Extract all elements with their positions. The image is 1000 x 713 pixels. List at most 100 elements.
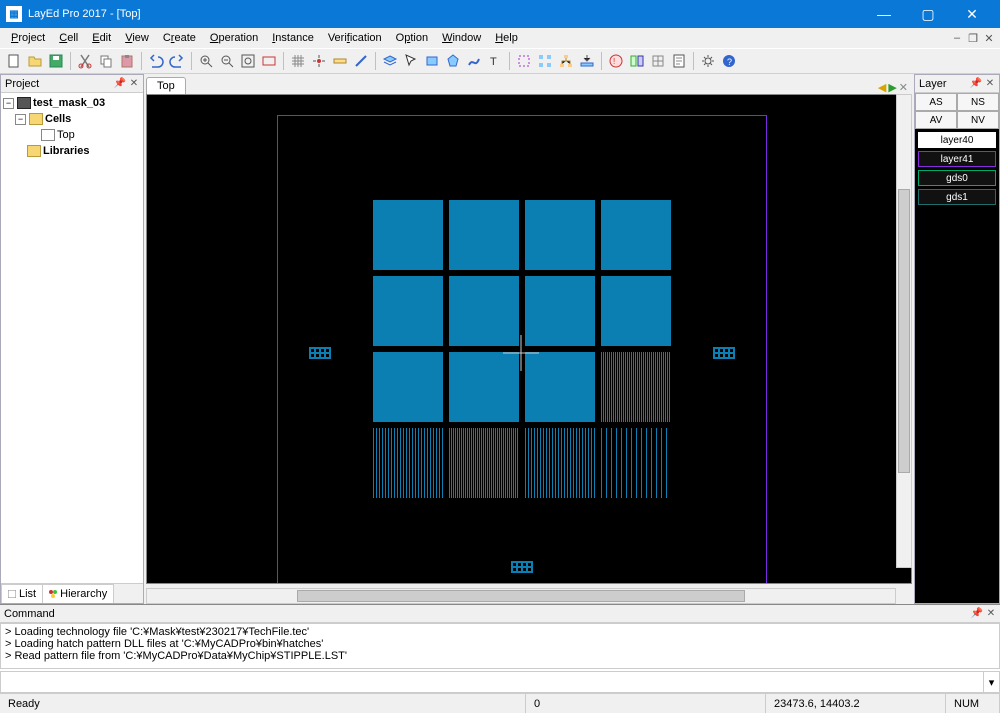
extract-button[interactable] xyxy=(648,51,668,71)
window-title: LayEd Pro 2017 - [Top] xyxy=(28,8,862,20)
tree-cells[interactable]: − Cells xyxy=(3,111,141,127)
command-dropdown-icon[interactable]: ▾ xyxy=(983,672,999,692)
hierarchy-button[interactable] xyxy=(556,51,576,71)
layer-item[interactable]: layer41 xyxy=(918,151,996,167)
menu-project[interactable]: Project xyxy=(4,30,52,46)
polygon-button[interactable] xyxy=(443,51,463,71)
layout-cell-hatched xyxy=(525,428,595,498)
mdi-close-icon[interactable]: ✕ xyxy=(982,31,996,45)
tree-top[interactable]: Top xyxy=(3,127,141,143)
panel-close-icon[interactable]: ✕ xyxy=(984,607,998,621)
report-button[interactable] xyxy=(669,51,689,71)
command-panel: Command 📌 ✕ > Loading technology file 'C… xyxy=(0,604,1000,693)
layer-toggle-button[interactable] xyxy=(380,51,400,71)
layer-item[interactable]: layer40 xyxy=(918,132,996,148)
panel-pin-icon[interactable]: 📌 xyxy=(113,77,127,91)
save-button[interactable] xyxy=(46,51,66,71)
project-panel: Project 📌 ✕ − test_mask_03 − Cells Top xyxy=(0,74,144,604)
tree-root[interactable]: − test_mask_03 xyxy=(3,95,141,111)
paste-button[interactable] xyxy=(117,51,137,71)
cut-button[interactable] xyxy=(75,51,95,71)
alignment-mark xyxy=(713,347,735,359)
mdi-restore-icon[interactable]: ❐ xyxy=(966,31,980,45)
menu-create[interactable]: Create xyxy=(156,30,203,46)
tab-hierarchy[interactable]: Hierarchy xyxy=(42,584,114,603)
tab-list[interactable]: List xyxy=(1,584,43,603)
panel-pin-icon[interactable]: 📌 xyxy=(969,77,983,91)
tab-nav-prev-icon[interactable]: ◀ xyxy=(878,81,886,94)
panel-pin-icon[interactable]: 📌 xyxy=(970,607,984,621)
canvas-area: Top ◀ ▶ ✕ xyxy=(144,74,914,604)
menu-help[interactable]: Help xyxy=(488,30,525,46)
menu-instance[interactable]: Instance xyxy=(265,30,321,46)
layer-ns-button[interactable]: NS xyxy=(957,93,999,111)
project-panel-header: Project 📌 ✕ xyxy=(1,75,143,93)
doc-tab-top[interactable]: Top xyxy=(146,77,186,94)
path-button[interactable] xyxy=(464,51,484,71)
menu-option[interactable]: Option xyxy=(389,30,435,46)
layer-panel: Layer 📌 ✕ AS NS AV NV layer40 layer41 gd… xyxy=(914,74,1000,604)
layout-canvas[interactable] xyxy=(146,94,912,584)
layout-cell-hatched xyxy=(601,352,671,422)
zoom-window-button[interactable] xyxy=(259,51,279,71)
layer-as-button[interactable]: AS xyxy=(915,93,957,111)
ruler-button[interactable] xyxy=(330,51,350,71)
settings-button[interactable] xyxy=(698,51,718,71)
menu-edit[interactable]: Edit xyxy=(85,30,118,46)
tree-collapse-icon[interactable]: − xyxy=(3,98,14,109)
tab-nav-next-icon[interactable]: ▶ xyxy=(888,81,896,94)
layer-nv-button[interactable]: NV xyxy=(957,111,999,129)
help-button[interactable]: ? xyxy=(719,51,739,71)
tree-root-label: test_mask_03 xyxy=(33,97,105,109)
drc-button[interactable]: ! xyxy=(606,51,626,71)
scrollbar-thumb[interactable] xyxy=(297,590,746,602)
grid-button[interactable] xyxy=(288,51,308,71)
text-button[interactable]: T xyxy=(485,51,505,71)
zoom-out-button[interactable] xyxy=(217,51,237,71)
panel-close-icon[interactable]: ✕ xyxy=(983,77,997,91)
horizontal-scrollbar[interactable] xyxy=(146,588,896,604)
rectangle-button[interactable] xyxy=(422,51,442,71)
command-input[interactable] xyxy=(1,672,983,692)
scrollbar-thumb[interactable] xyxy=(898,189,910,472)
minimize-button[interactable]: — xyxy=(862,0,906,28)
alignment-mark xyxy=(511,561,533,573)
menu-operation[interactable]: Operation xyxy=(203,30,265,46)
layout-cell xyxy=(525,200,595,270)
flatten-button[interactable] xyxy=(577,51,597,71)
vertical-scrollbar[interactable] xyxy=(896,94,912,568)
tree-collapse-icon[interactable]: − xyxy=(15,114,26,125)
project-tree[interactable]: − test_mask_03 − Cells Top Libraries xyxy=(1,93,143,583)
app-icon: ▦ xyxy=(6,6,22,22)
mdi-minimize-icon[interactable]: – xyxy=(950,31,964,45)
command-log[interactable]: > Loading technology file 'C:¥Mask¥test¥… xyxy=(0,623,1000,669)
layer-av-button[interactable]: AV xyxy=(915,111,957,129)
instance-button[interactable] xyxy=(514,51,534,71)
status-zero: 0 xyxy=(526,694,766,713)
tree-libraries[interactable]: Libraries xyxy=(3,143,141,159)
zoom-fit-button[interactable] xyxy=(238,51,258,71)
menu-cell[interactable]: Cell xyxy=(52,30,85,46)
menu-view[interactable]: View xyxy=(118,30,156,46)
lvs-button[interactable] xyxy=(627,51,647,71)
layer-item[interactable]: gds1 xyxy=(918,189,996,205)
tab-nav-close-icon[interactable]: ✕ xyxy=(899,81,908,94)
document-tabs: Top ◀ ▶ ✕ xyxy=(144,74,914,94)
panel-close-icon[interactable]: ✕ xyxy=(127,77,141,91)
zoom-in-button[interactable] xyxy=(196,51,216,71)
layout-cell xyxy=(601,200,671,270)
layer-item[interactable]: gds0 xyxy=(918,170,996,186)
select-button[interactable] xyxy=(401,51,421,71)
close-button[interactable]: ✕ xyxy=(950,0,994,28)
menu-verification[interactable]: Verification xyxy=(321,30,389,46)
menu-window[interactable]: Window xyxy=(435,30,488,46)
array-button[interactable] xyxy=(535,51,555,71)
snap-button[interactable] xyxy=(309,51,329,71)
open-button[interactable] xyxy=(25,51,45,71)
copy-button[interactable] xyxy=(96,51,116,71)
measure-button[interactable] xyxy=(351,51,371,71)
maximize-button[interactable]: ▢ xyxy=(906,0,950,28)
redo-button[interactable] xyxy=(167,51,187,71)
undo-button[interactable] xyxy=(146,51,166,71)
new-button[interactable] xyxy=(4,51,24,71)
